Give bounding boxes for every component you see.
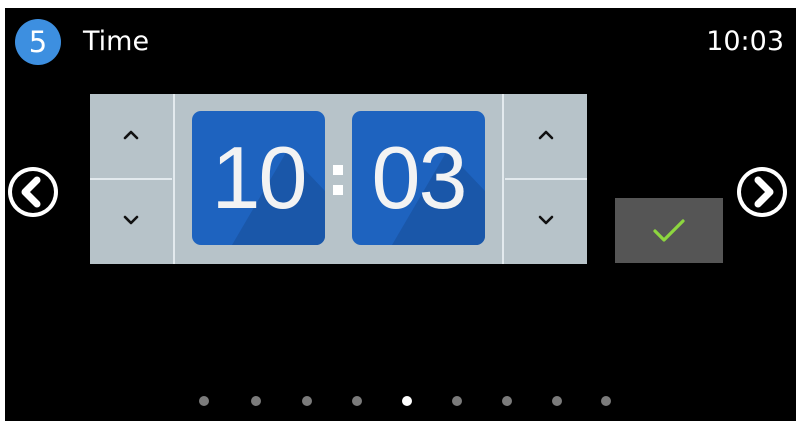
page-dot[interactable] xyxy=(552,396,562,406)
time-separator xyxy=(331,157,347,201)
status-clock: 10:03 xyxy=(706,26,784,57)
page-dot[interactable] xyxy=(502,396,512,406)
page-title: Time xyxy=(83,26,150,57)
divider xyxy=(173,94,175,264)
page-dot[interactable] xyxy=(352,396,362,406)
caret-up-icon xyxy=(123,130,139,140)
page-dot[interactable] xyxy=(302,396,312,406)
page-dot-active[interactable] xyxy=(402,396,412,406)
minutes-value: 03 xyxy=(371,128,468,227)
chevron-right-icon xyxy=(741,171,783,213)
page-dot[interactable] xyxy=(251,396,261,406)
confirm-button[interactable] xyxy=(615,198,723,263)
caret-down-icon xyxy=(123,215,139,225)
page-dot[interactable] xyxy=(452,396,462,406)
checkmark-icon xyxy=(653,219,685,242)
chevron-left-icon xyxy=(12,171,54,213)
divider xyxy=(90,178,172,180)
page-dot[interactable] xyxy=(199,396,209,406)
minutes-display[interactable]: 03 xyxy=(352,111,485,245)
hours-decrement-button[interactable] xyxy=(90,180,172,263)
hours-display[interactable]: 10 xyxy=(192,111,325,245)
step-number-badge: 5 xyxy=(15,19,61,65)
time-picker: 10 03 xyxy=(90,94,587,264)
caret-up-icon xyxy=(538,130,554,140)
divider xyxy=(502,94,504,264)
divider xyxy=(505,178,587,180)
previous-button[interactable] xyxy=(8,167,58,217)
hours-value: 10 xyxy=(211,128,308,227)
hours-increment-button[interactable] xyxy=(90,94,172,177)
next-button[interactable] xyxy=(737,167,787,217)
minutes-increment-button[interactable] xyxy=(505,94,587,177)
caret-down-icon xyxy=(538,215,554,225)
minutes-decrement-button[interactable] xyxy=(505,180,587,263)
page-dot[interactable] xyxy=(601,396,611,406)
screen: 5 Time 10:03 10 03 xyxy=(5,8,796,421)
